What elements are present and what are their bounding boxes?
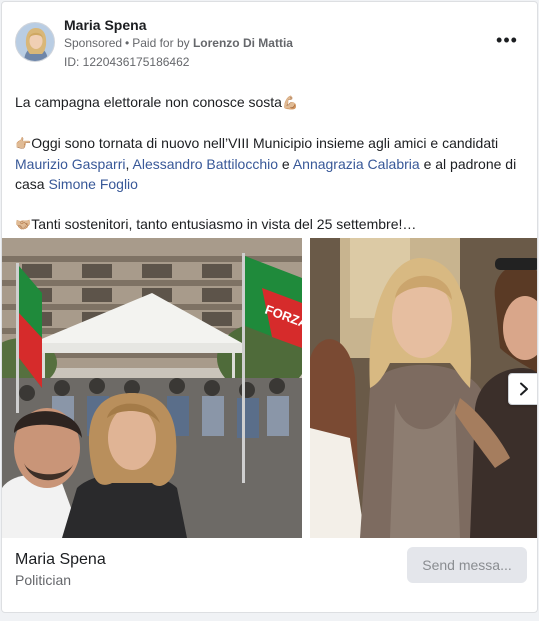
crowd-photo — [310, 238, 537, 538]
mention-link-1[interactable]: Maurizio Gasparri — [15, 156, 125, 172]
carousel-image-1[interactable]: FORZA — [2, 238, 302, 538]
mention-link-2[interactable]: Alessandro Battilocchio — [133, 156, 279, 172]
carousel-image-2[interactable] — [310, 238, 537, 538]
footer-page-category: Politician — [15, 572, 72, 588]
pointing-right-icon: 👉🏼 — [15, 136, 32, 151]
image-carousel[interactable]: FORZA — [2, 238, 537, 538]
post-footer: Maria Spena Politician Send messa... — [2, 538, 537, 612]
post-body: La campagna elettorale non conosce sosta… — [15, 92, 527, 235]
body-line-3: 🤝🏼Tanti sostenitori, tanto entusiasmo in… — [15, 214, 527, 235]
handshake-icon: 🤝🏼 — [15, 217, 32, 232]
post-header: Maria Spena Sponsored • Paid for by Lorenz… — [2, 2, 537, 82]
separator-dot: • — [125, 36, 130, 50]
rally-photo: FORZA — [2, 238, 302, 538]
more-horizontal-icon: ••• — [496, 30, 518, 50]
flexed-biceps-icon: 💪🏼 — [281, 95, 299, 110]
avatar-photo — [16, 23, 54, 61]
body-text-1: La campagna elettorale non conosce sosta — [15, 94, 282, 110]
ad-id: ID: 1220436175186462 — [64, 55, 190, 69]
ad-card: Maria Spena Sponsored • Paid for by Lorenz… — [1, 1, 538, 613]
carousel-next-button[interactable] — [508, 373, 537, 405]
paid-for-name: Lorenzo Di Mattia — [192, 36, 293, 50]
body-text-2a: Oggi sono tornata di nuovo nell’VIII Mun… — [31, 135, 499, 151]
separator-comma: , — [125, 156, 133, 172]
sponsored-label: Sponsored — [64, 36, 123, 50]
paid-for-label: Paid for by — [132, 36, 190, 50]
send-message-button[interactable]: Send messa... — [407, 547, 527, 583]
body-text-3: Tanti sostenitori, tanto entusiasmo in v… — [31, 216, 417, 232]
mention-link-4[interactable]: Simone Foglio — [48, 176, 138, 192]
separator-and: e — [278, 156, 293, 172]
more-options-button[interactable]: ••• — [495, 30, 519, 54]
author-avatar[interactable] — [15, 22, 55, 62]
chevron-right-icon — [520, 382, 528, 396]
mention-link-3[interactable]: Annagrazia Calabria — [293, 156, 420, 172]
sponsored-meta: Sponsored • Paid for by Lorenzo Di Mattia — [64, 36, 293, 50]
footer-page-name[interactable]: Maria Spena — [15, 551, 106, 569]
body-line-1: La campagna elettorale non conosce sosta… — [15, 92, 527, 113]
body-line-2: 👉🏼Oggi sono tornata di nuovo nell’VIII M… — [15, 133, 527, 194]
author-name[interactable]: Maria Spena — [64, 17, 146, 33]
